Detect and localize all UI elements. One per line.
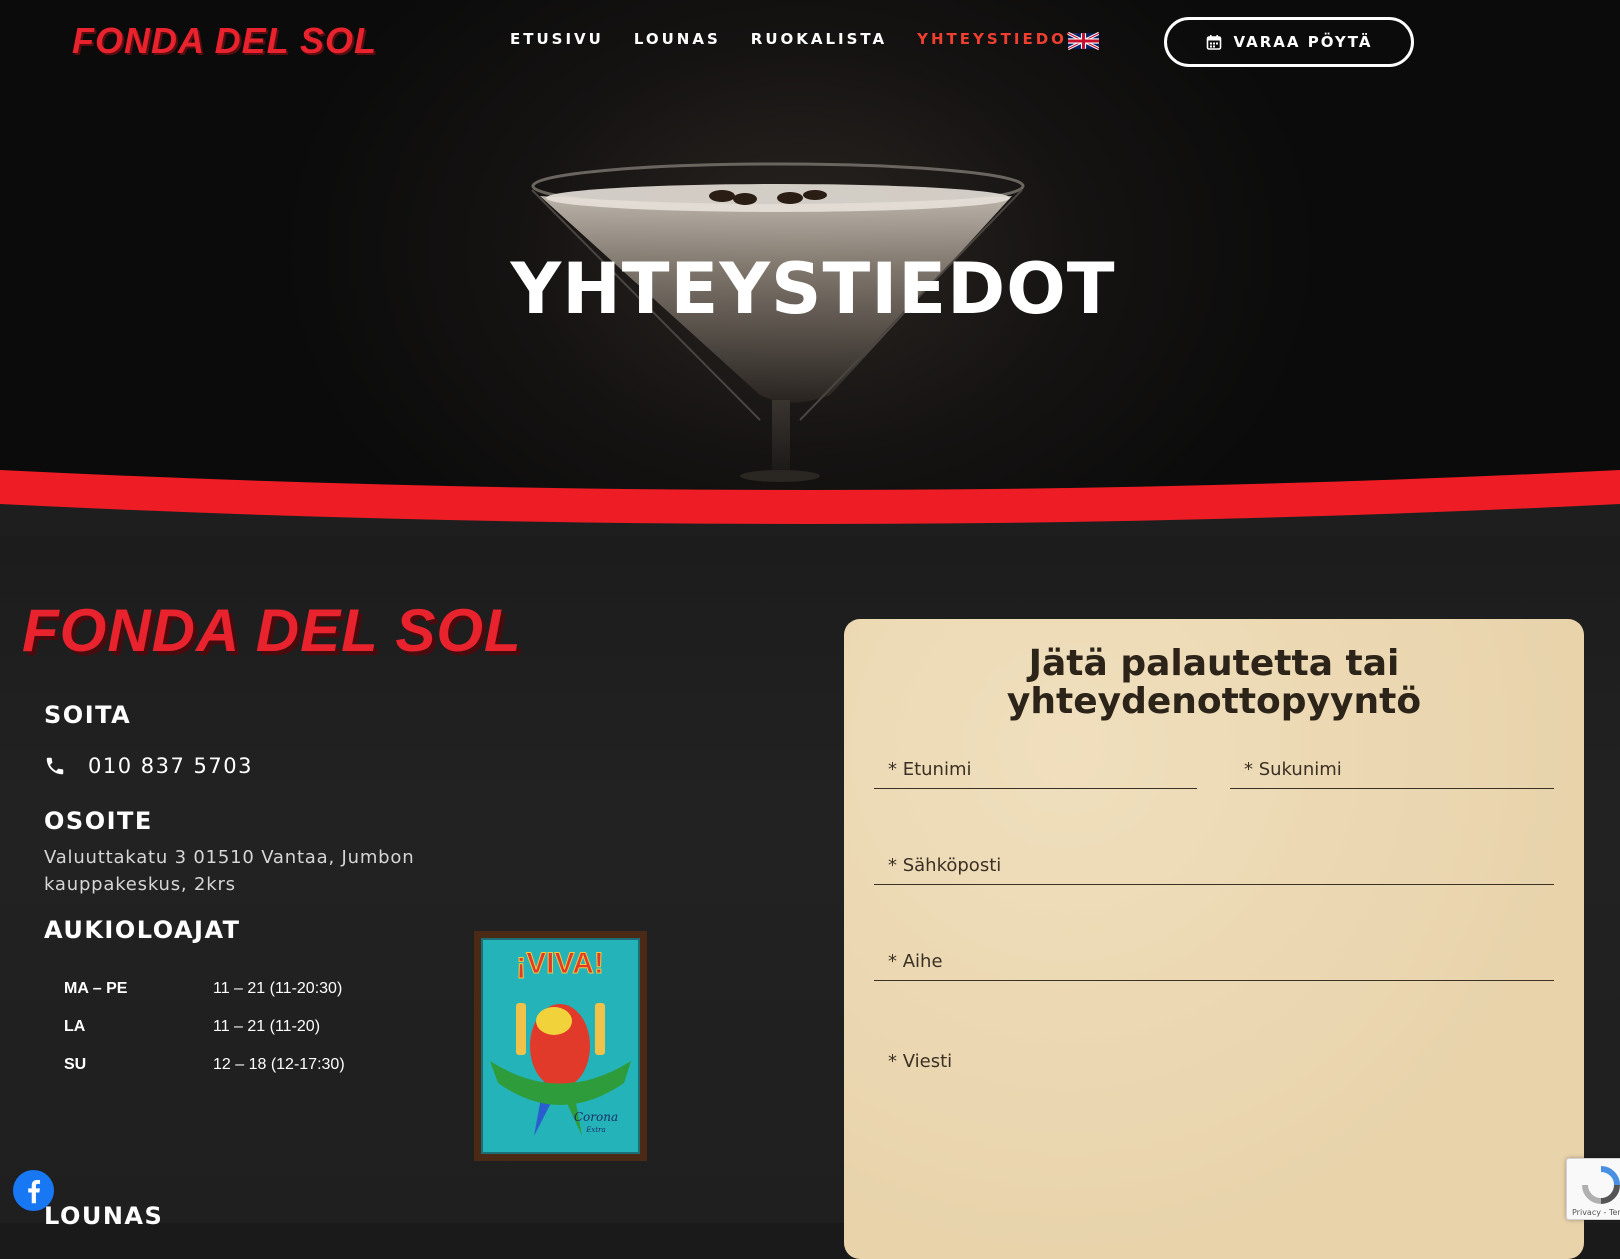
form-title-line2: yhteydenottopyyntö — [1006, 681, 1422, 722]
phone-icon — [46, 757, 64, 775]
phone-row[interactable]: 010 837 5703 — [44, 754, 253, 778]
hours-row: SU 12 – 18 (12-17:30) — [64, 1046, 345, 1084]
viva-poster-image: ¡VIVA! Corona Extra — [474, 931, 647, 1161]
facebook-icon[interactable] — [12, 1169, 55, 1212]
hours-time: 11 – 21 (11-20) — [213, 1018, 321, 1035]
message-field[interactable]: * Viesti — [874, 1039, 1554, 1239]
main-menu: ETUSIVU LOUNAS RUOKALISTA YHTEYSTIEDOT — [510, 30, 1110, 48]
lunch-heading: LOUNAS — [44, 1202, 164, 1230]
form-title: Jätä palautetta tai yhteydenottopyyntö — [844, 645, 1584, 721]
first-name-placeholder: * Etunimi — [888, 759, 972, 780]
hours-day: MA – PE — [64, 980, 128, 997]
first-name-field[interactable]: * Etunimi — [874, 749, 1197, 789]
hero-banner: FONDA DEL SOL ETUSIVU LOUNAS RUOKALISTA … — [0, 0, 1620, 540]
contact-section: FONDA DEL SOL SOITA 010 837 5703 OSOITE … — [0, 536, 1620, 1259]
last-name-placeholder: * Sukunimi — [1244, 759, 1342, 780]
address-text: Valuuttakatu 3 01510 Vantaa, Jumbon kaup… — [44, 847, 415, 895]
uk-flag-icon[interactable] — [1068, 31, 1099, 51]
hours-heading: AUKIOLOAJAT — [44, 916, 241, 944]
contact-logo: FONDA DEL SOL — [22, 597, 522, 664]
calendar-icon — [1206, 35, 1221, 50]
red-wave-divider — [0, 470, 1620, 540]
page-title: YHTEYSTIEDOT — [510, 248, 1116, 330]
site-logo[interactable]: FONDA DEL SOL — [72, 20, 377, 62]
call-heading: SOITA — [44, 701, 132, 729]
recaptcha-badge[interactable]: Privacy - Terms — [1566, 1158, 1620, 1220]
recaptcha-icon — [1582, 1166, 1620, 1204]
last-name-field[interactable]: * Sukunimi — [1230, 749, 1554, 789]
hours-time: 12 – 18 (12-17:30) — [213, 1056, 345, 1073]
hours-day: SU — [64, 1056, 87, 1073]
nav-item-lounas[interactable]: LOUNAS — [634, 30, 721, 48]
nav-item-etusivu[interactable]: ETUSIVU — [510, 30, 604, 48]
email-field[interactable]: * Sähköposti — [874, 845, 1554, 885]
book-table-label: VARAA PÖYTÄ — [1233, 33, 1373, 51]
phone-number[interactable]: 010 837 5703 — [88, 754, 253, 778]
top-navigation: FONDA DEL SOL ETUSIVU LOUNAS RUOKALISTA … — [0, 0, 1620, 86]
hours-row: LA 11 – 21 (11-20) — [64, 1008, 345, 1046]
form-title-line1: Jätä palautetta tai — [1028, 643, 1400, 684]
nav-item-yhteystiedot[interactable]: YHTEYSTIEDOT — [917, 30, 1080, 48]
contact-form-card: Jätä palautetta tai yhteydenottopyyntö *… — [844, 619, 1584, 1259]
poster-viva-text: ¡VIVA! — [516, 947, 604, 980]
message-placeholder: * Viesti — [888, 1051, 953, 1072]
email-placeholder: * Sähköposti — [888, 855, 1002, 876]
hours-time: 11 – 21 (11-20:30) — [213, 980, 343, 997]
poster-brand-text: Corona — [574, 1110, 618, 1124]
book-table-button[interactable]: VARAA PÖYTÄ — [1164, 17, 1414, 67]
subject-field[interactable]: * Aihe — [874, 941, 1554, 981]
opening-hours-table: MA – PE 11 – 21 (11-20:30) LA 11 – 21 (1… — [64, 970, 345, 1084]
address-heading: OSOITE — [44, 807, 153, 835]
poster-brand-subtext: Extra — [585, 1126, 605, 1134]
nav-item-ruokalista[interactable]: RUOKALISTA — [751, 30, 887, 48]
subject-placeholder: * Aihe — [888, 951, 943, 972]
hours-row: MA – PE 11 – 21 (11-20:30) — [64, 970, 345, 1008]
hours-day: LA — [64, 1018, 86, 1035]
recaptcha-text[interactable]: Privacy - Terms — [1572, 1208, 1620, 1217]
